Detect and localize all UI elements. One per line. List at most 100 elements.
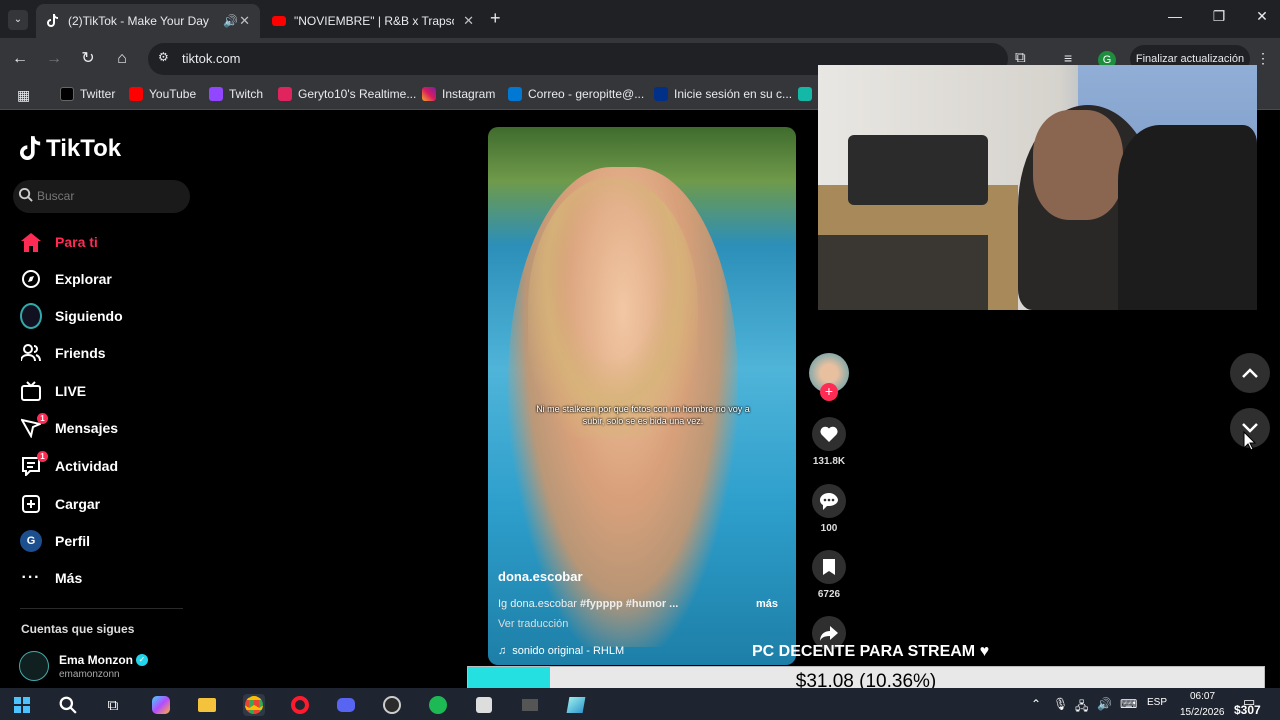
video-player[interactable]: Ni me stalkeen por que fotos con un homb… [488, 127, 796, 665]
avatar [19, 651, 49, 681]
clock-time[interactable]: 06:07 [1190, 691, 1215, 702]
youtube-icon [129, 87, 143, 101]
account-name: Ema Monzon [59, 653, 133, 667]
nav-mas[interactable]: ··· Más [20, 567, 83, 589]
nav-friends[interactable]: Friends [20, 342, 106, 364]
microphone-icon[interactable]: 🎙 [1053, 697, 1068, 711]
video-caption: Ni me stalkeen por que fotos con un homb… [536, 404, 750, 426]
new-tab-button[interactable]: + [490, 8, 501, 29]
following-avatar-icon [20, 303, 42, 329]
sidebar-divider [20, 608, 183, 609]
more-link[interactable]: más [756, 598, 778, 610]
nav-live[interactable]: LIVE [20, 380, 86, 402]
opera-icon[interactable] [289, 694, 311, 716]
app-icon[interactable] [519, 694, 541, 716]
chevron-up-icon [1242, 368, 1258, 378]
volume-icon[interactable]: 🔊 [1097, 697, 1112, 711]
forward-button[interactable]: → [44, 49, 64, 69]
bookmark-twitch[interactable]: Twitch [209, 87, 263, 101]
audio-icon[interactable]: 🔊 [223, 14, 238, 28]
site-info-icon[interactable]: ⚙ [158, 50, 169, 64]
realtime-icon [278, 87, 292, 101]
following-account[interactable]: Ema Monzon ✓ emamonzonn [19, 649, 189, 681]
menu-icon[interactable]: ⋮ [1256, 50, 1270, 67]
follow-plus-icon[interactable]: + [820, 383, 838, 401]
nav-actividad[interactable]: 1 Actividad [20, 451, 118, 477]
bookmark-more-icon[interactable] [798, 87, 818, 101]
minimize-button[interactable]: — [1160, 8, 1190, 24]
nav-siguiendo[interactable]: Siguiendo [20, 303, 123, 329]
tray-chevron-up-icon[interactable]: ⌃ [1031, 697, 1041, 711]
nav-mensajes[interactable]: 1 Mensajes [20, 413, 118, 439]
save-button[interactable]: 6726 [812, 550, 846, 600]
discord-icon[interactable] [335, 694, 357, 716]
clock-date[interactable]: 15/2/2026 [1180, 707, 1225, 718]
bookmark-youtube[interactable]: YouTube [129, 87, 196, 101]
obs-icon[interactable] [381, 694, 403, 716]
previous-video-button[interactable] [1230, 353, 1270, 393]
tab-strip: ⌄ (2)TikTok - Make Your Day 🔊 ✕ "NOVIEMB… [0, 0, 1280, 38]
windows-taskbar: ⧉ ⌃ 🎙 🖧 🔊 ⌨ ESP 06:07 15/2/2026 ▭ $307 [0, 688, 1280, 720]
activity-icon: 1 [20, 451, 48, 477]
video-sound[interactable]: ♫ sonido original - RHLM [498, 645, 624, 657]
device-icon[interactable]: ⌨ [1120, 697, 1137, 711]
bookmark-twitter[interactable]: Twitter [60, 87, 115, 101]
upload-icon [20, 493, 42, 515]
reading-list-icon[interactable]: ≡ [1064, 50, 1072, 66]
video-author[interactable]: dona.escobar [498, 569, 583, 584]
like-button[interactable]: 131.8K [812, 417, 846, 467]
bookmark-correo[interactable]: Correo - geropitte@... [508, 87, 644, 101]
x-icon [60, 87, 74, 101]
tiktok-logo-icon [20, 136, 41, 160]
instagram-icon [422, 87, 436, 101]
tab-tiktok[interactable]: (2)TikTok - Make Your Day 🔊 ✕ [36, 4, 260, 38]
back-button[interactable]: ← [10, 49, 30, 69]
app-icon[interactable] [473, 694, 495, 716]
more-icon: ··· [21, 569, 41, 586]
file-explorer-icon[interactable] [196, 694, 218, 716]
tab-youtube[interactable]: "NOVIEMBRE" | R&B x Trapsoul ✕ [262, 4, 484, 38]
language-indicator[interactable]: ESP [1147, 697, 1167, 708]
close-window-button[interactable]: ✕ [1247, 8, 1277, 25]
music-note-icon: ♫ [498, 645, 507, 657]
close-tab-icon[interactable]: ✕ [463, 13, 474, 29]
apps-icon[interactable]: ▦ [17, 87, 30, 104]
friends-icon [20, 342, 42, 364]
search-icon[interactable] [57, 694, 79, 716]
tiktok-logo[interactable]: TikTok [20, 135, 121, 163]
search-placeholder: Buscar [37, 189, 75, 203]
video-description: Ig dona.escobar #fypppp #humor ... [498, 598, 679, 610]
video-hashtags[interactable]: #fypppp #humor ... [580, 598, 678, 610]
comment-count: 100 [820, 523, 838, 534]
bookmark-instagram[interactable]: Instagram [422, 87, 495, 101]
task-view-icon[interactable]: ⧉ [102, 694, 124, 716]
nav-perfil[interactable]: G Perfil [20, 530, 90, 552]
translate-link[interactable]: Ver traducción [498, 618, 568, 630]
tab-search-button[interactable]: ⌄ [8, 10, 28, 30]
creator-avatar-button[interactable]: + [809, 353, 849, 401]
comment-button[interactable]: 100 [812, 484, 846, 534]
bookmark-realtime[interactable]: Geryto10's Realtime... [278, 87, 416, 101]
app-icon[interactable] [565, 694, 587, 716]
close-tab-icon[interactable]: ✕ [239, 13, 250, 29]
spotify-icon[interactable] [427, 694, 449, 716]
nav-para-ti[interactable]: Para ti [20, 231, 98, 253]
heart-icon [812, 417, 846, 451]
bookmark-paypal[interactable]: Inicie sesión en su c... [654, 87, 792, 101]
youtube-favicon-icon [272, 14, 286, 28]
chrome-icon[interactable] [243, 694, 265, 716]
nav-cargar[interactable]: Cargar [20, 493, 100, 515]
home-button[interactable]: ⌂ [112, 49, 132, 69]
profile-icon: G [20, 530, 42, 552]
extensions-icon[interactable]: ⧉ [1015, 49, 1026, 66]
nav-explorar[interactable]: Explorar [20, 268, 112, 290]
compass-icon [20, 268, 42, 290]
search-input[interactable]: Buscar [13, 180, 190, 213]
copilot-icon[interactable] [150, 694, 172, 716]
windows-start-icon[interactable] [11, 694, 33, 716]
tab-title: (2)TikTok - Make Your Day [68, 14, 209, 28]
restore-button[interactable]: ❐ [1204, 8, 1234, 25]
reload-button[interactable]: ↻ [78, 49, 98, 69]
network-icon[interactable]: 🖧 [1075, 697, 1088, 718]
comment-icon [812, 484, 846, 518]
